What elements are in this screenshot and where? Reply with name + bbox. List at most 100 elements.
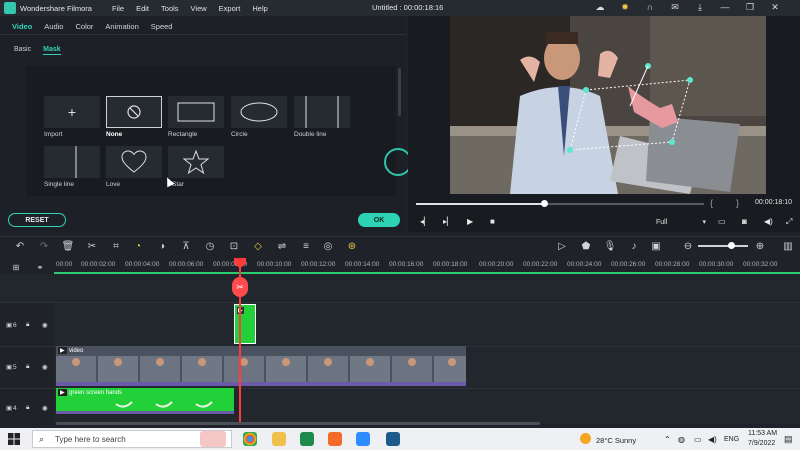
grid-icon[interactable]: ▥ bbox=[782, 240, 794, 252]
subtab-basic[interactable]: Basic bbox=[14, 46, 31, 55]
cut-icon[interactable]: ✂ bbox=[86, 240, 98, 252]
preview-video-frame[interactable] bbox=[450, 16, 766, 194]
split-scissors-icon[interactable]: ✂ bbox=[232, 277, 248, 297]
duration-icon[interactable]: ◷ bbox=[204, 240, 216, 252]
mask-double-line[interactable] bbox=[294, 96, 350, 128]
tab-video[interactable]: Video bbox=[12, 22, 32, 31]
timeline-horizontal-scrollbar[interactable] bbox=[56, 422, 540, 425]
bulb-icon[interactable]: ✹ bbox=[620, 2, 630, 12]
link-icon[interactable]: ⚭ bbox=[34, 261, 46, 273]
filmora-taskbar-icon[interactable] bbox=[386, 432, 400, 446]
eye-icon[interactable]: ◉ bbox=[42, 321, 48, 329]
chrome-icon[interactable] bbox=[243, 432, 257, 446]
fullscreen-icon[interactable]: ⤢ bbox=[786, 217, 792, 227]
subtab-mask[interactable]: Mask bbox=[43, 46, 61, 55]
quality-select[interactable]: Full ▾ bbox=[656, 216, 706, 228]
delete-icon[interactable]: 🗑 bbox=[62, 240, 75, 252]
mask-import[interactable]: + bbox=[44, 96, 100, 128]
zoom-in-icon[interactable]: ⊕ bbox=[754, 240, 766, 252]
lock-icon[interactable]: 🔒︎ bbox=[26, 404, 29, 412]
eye-icon[interactable]: ◉ bbox=[42, 404, 48, 412]
music-icon[interactable]: ♪ bbox=[628, 240, 640, 252]
maximize-icon[interactable]: ❐ bbox=[745, 2, 755, 12]
menu-edit[interactable]: Edit bbox=[136, 4, 149, 13]
menu-file[interactable]: File bbox=[112, 4, 124, 13]
tab-audio[interactable]: Audio bbox=[44, 22, 63, 31]
speed-icon[interactable]: ◔ bbox=[132, 240, 144, 252]
snapshot-icon[interactable]: ◙ bbox=[742, 217, 747, 226]
network-icon[interactable]: ◍ bbox=[678, 435, 685, 444]
menu-view[interactable]: View bbox=[191, 4, 207, 13]
brave-icon[interactable] bbox=[328, 432, 342, 446]
redo-icon[interactable]: ↷ bbox=[38, 240, 50, 252]
split-screen-icon[interactable]: ⊼ bbox=[180, 240, 192, 252]
tray-chevron-icon[interactable]: ⌃ bbox=[664, 435, 671, 444]
download-icon[interactable]: ⤓ bbox=[695, 2, 705, 12]
auto-reframe-icon[interactable]: ⊛ bbox=[346, 240, 358, 252]
headset-icon[interactable]: ∩ bbox=[645, 2, 655, 12]
add-track-icon[interactable]: ⊞ bbox=[10, 261, 22, 273]
video-clip[interactable]: ▶ video bbox=[56, 346, 466, 386]
mask-rectangle[interactable] bbox=[168, 96, 224, 128]
keyframe-icon[interactable]: ◇ bbox=[252, 240, 264, 252]
green-screen-clip[interactable]: ▶ green screen hands bbox=[56, 388, 234, 414]
ok-button[interactable]: OK bbox=[358, 213, 400, 227]
adjust-icon[interactable]: ≡ bbox=[300, 240, 312, 252]
mail-icon[interactable]: ✉ bbox=[670, 2, 680, 12]
tab-animation[interactable]: Animation bbox=[105, 22, 138, 31]
search-highlights-icon[interactable] bbox=[200, 431, 226, 447]
minimize-icon[interactable]: — bbox=[720, 2, 730, 12]
monitor-icon[interactable]: ▭ bbox=[718, 217, 726, 226]
menu-export[interactable]: Export bbox=[219, 4, 241, 13]
mask-none[interactable] bbox=[106, 96, 162, 128]
crop-icon[interactable]: ⌗ bbox=[110, 240, 122, 252]
cloud-icon[interactable]: ☁ bbox=[595, 2, 605, 12]
mask-scrollbar[interactable] bbox=[398, 68, 401, 116]
mask-circle[interactable] bbox=[231, 96, 287, 128]
zoom-app-icon[interactable] bbox=[356, 432, 370, 446]
battery-icon[interactable]: ▭ bbox=[694, 435, 702, 444]
tab-color[interactable]: Color bbox=[75, 22, 93, 31]
zoom-out-icon[interactable]: ⊖ bbox=[682, 240, 694, 252]
clock-date[interactable]: 7/9/2022 bbox=[748, 440, 775, 447]
marker-icon[interactable]: ⬟ bbox=[580, 240, 592, 252]
mark-in-icon[interactable]: { bbox=[710, 198, 713, 208]
language-indicator[interactable]: ENG bbox=[724, 436, 739, 443]
step-back-icon[interactable]: ◂▏ bbox=[420, 217, 430, 226]
undo-icon[interactable]: ↶ bbox=[14, 240, 26, 252]
lock-icon[interactable]: 🔒︎ bbox=[26, 321, 29, 329]
preview-scrub-handle[interactable] bbox=[541, 200, 548, 207]
play-icon[interactable]: ▶ bbox=[467, 217, 473, 226]
subtitle-icon[interactable]: ▣ bbox=[650, 240, 662, 252]
mask-single-line[interactable] bbox=[44, 146, 100, 178]
volume-icon[interactable]: ◀) bbox=[764, 217, 773, 226]
audio-mixer-icon[interactable]: ⇌ bbox=[276, 240, 288, 252]
windows-start-icon[interactable] bbox=[8, 433, 20, 445]
menu-help[interactable]: Help bbox=[252, 4, 267, 13]
store-icon[interactable] bbox=[300, 432, 314, 446]
mask-love[interactable] bbox=[106, 146, 162, 178]
tab-speed[interactable]: Speed bbox=[151, 22, 173, 31]
mic-icon[interactable]: 🎙 bbox=[604, 240, 617, 252]
file-explorer-icon[interactable] bbox=[272, 432, 286, 446]
mark-out-icon[interactable]: } bbox=[736, 198, 739, 208]
zoom-slider[interactable] bbox=[698, 245, 748, 247]
stop-icon[interactable]: ■ bbox=[490, 217, 495, 226]
color-icon[interactable]: ◑ bbox=[156, 240, 168, 252]
weather-text[interactable]: 28°C Sunny bbox=[596, 436, 636, 445]
render-icon[interactable]: ▷ bbox=[556, 240, 568, 252]
speaker-icon[interactable]: ◀) bbox=[708, 435, 717, 444]
menu-tools[interactable]: Tools bbox=[161, 4, 179, 13]
clock-time[interactable]: 11:53 AM bbox=[748, 430, 777, 437]
mask-star[interactable] bbox=[168, 146, 224, 178]
eye-icon[interactable]: ◉ bbox=[42, 363, 48, 371]
stabilize-icon[interactable]: ⊡ bbox=[228, 240, 240, 252]
green-clip-track6[interactable]: ▶ bbox=[234, 304, 256, 344]
close-icon[interactable]: ✕ bbox=[770, 2, 780, 12]
notifications-icon[interactable]: ▤ bbox=[784, 434, 793, 445]
motion-track-icon[interactable]: ◎ bbox=[322, 240, 334, 252]
reset-button[interactable]: RESET bbox=[8, 213, 66, 227]
play-frame-icon[interactable]: ▸▏ bbox=[443, 217, 453, 226]
lock-icon[interactable]: 🔒︎ bbox=[26, 363, 29, 371]
zoom-slider-handle[interactable] bbox=[728, 242, 735, 249]
